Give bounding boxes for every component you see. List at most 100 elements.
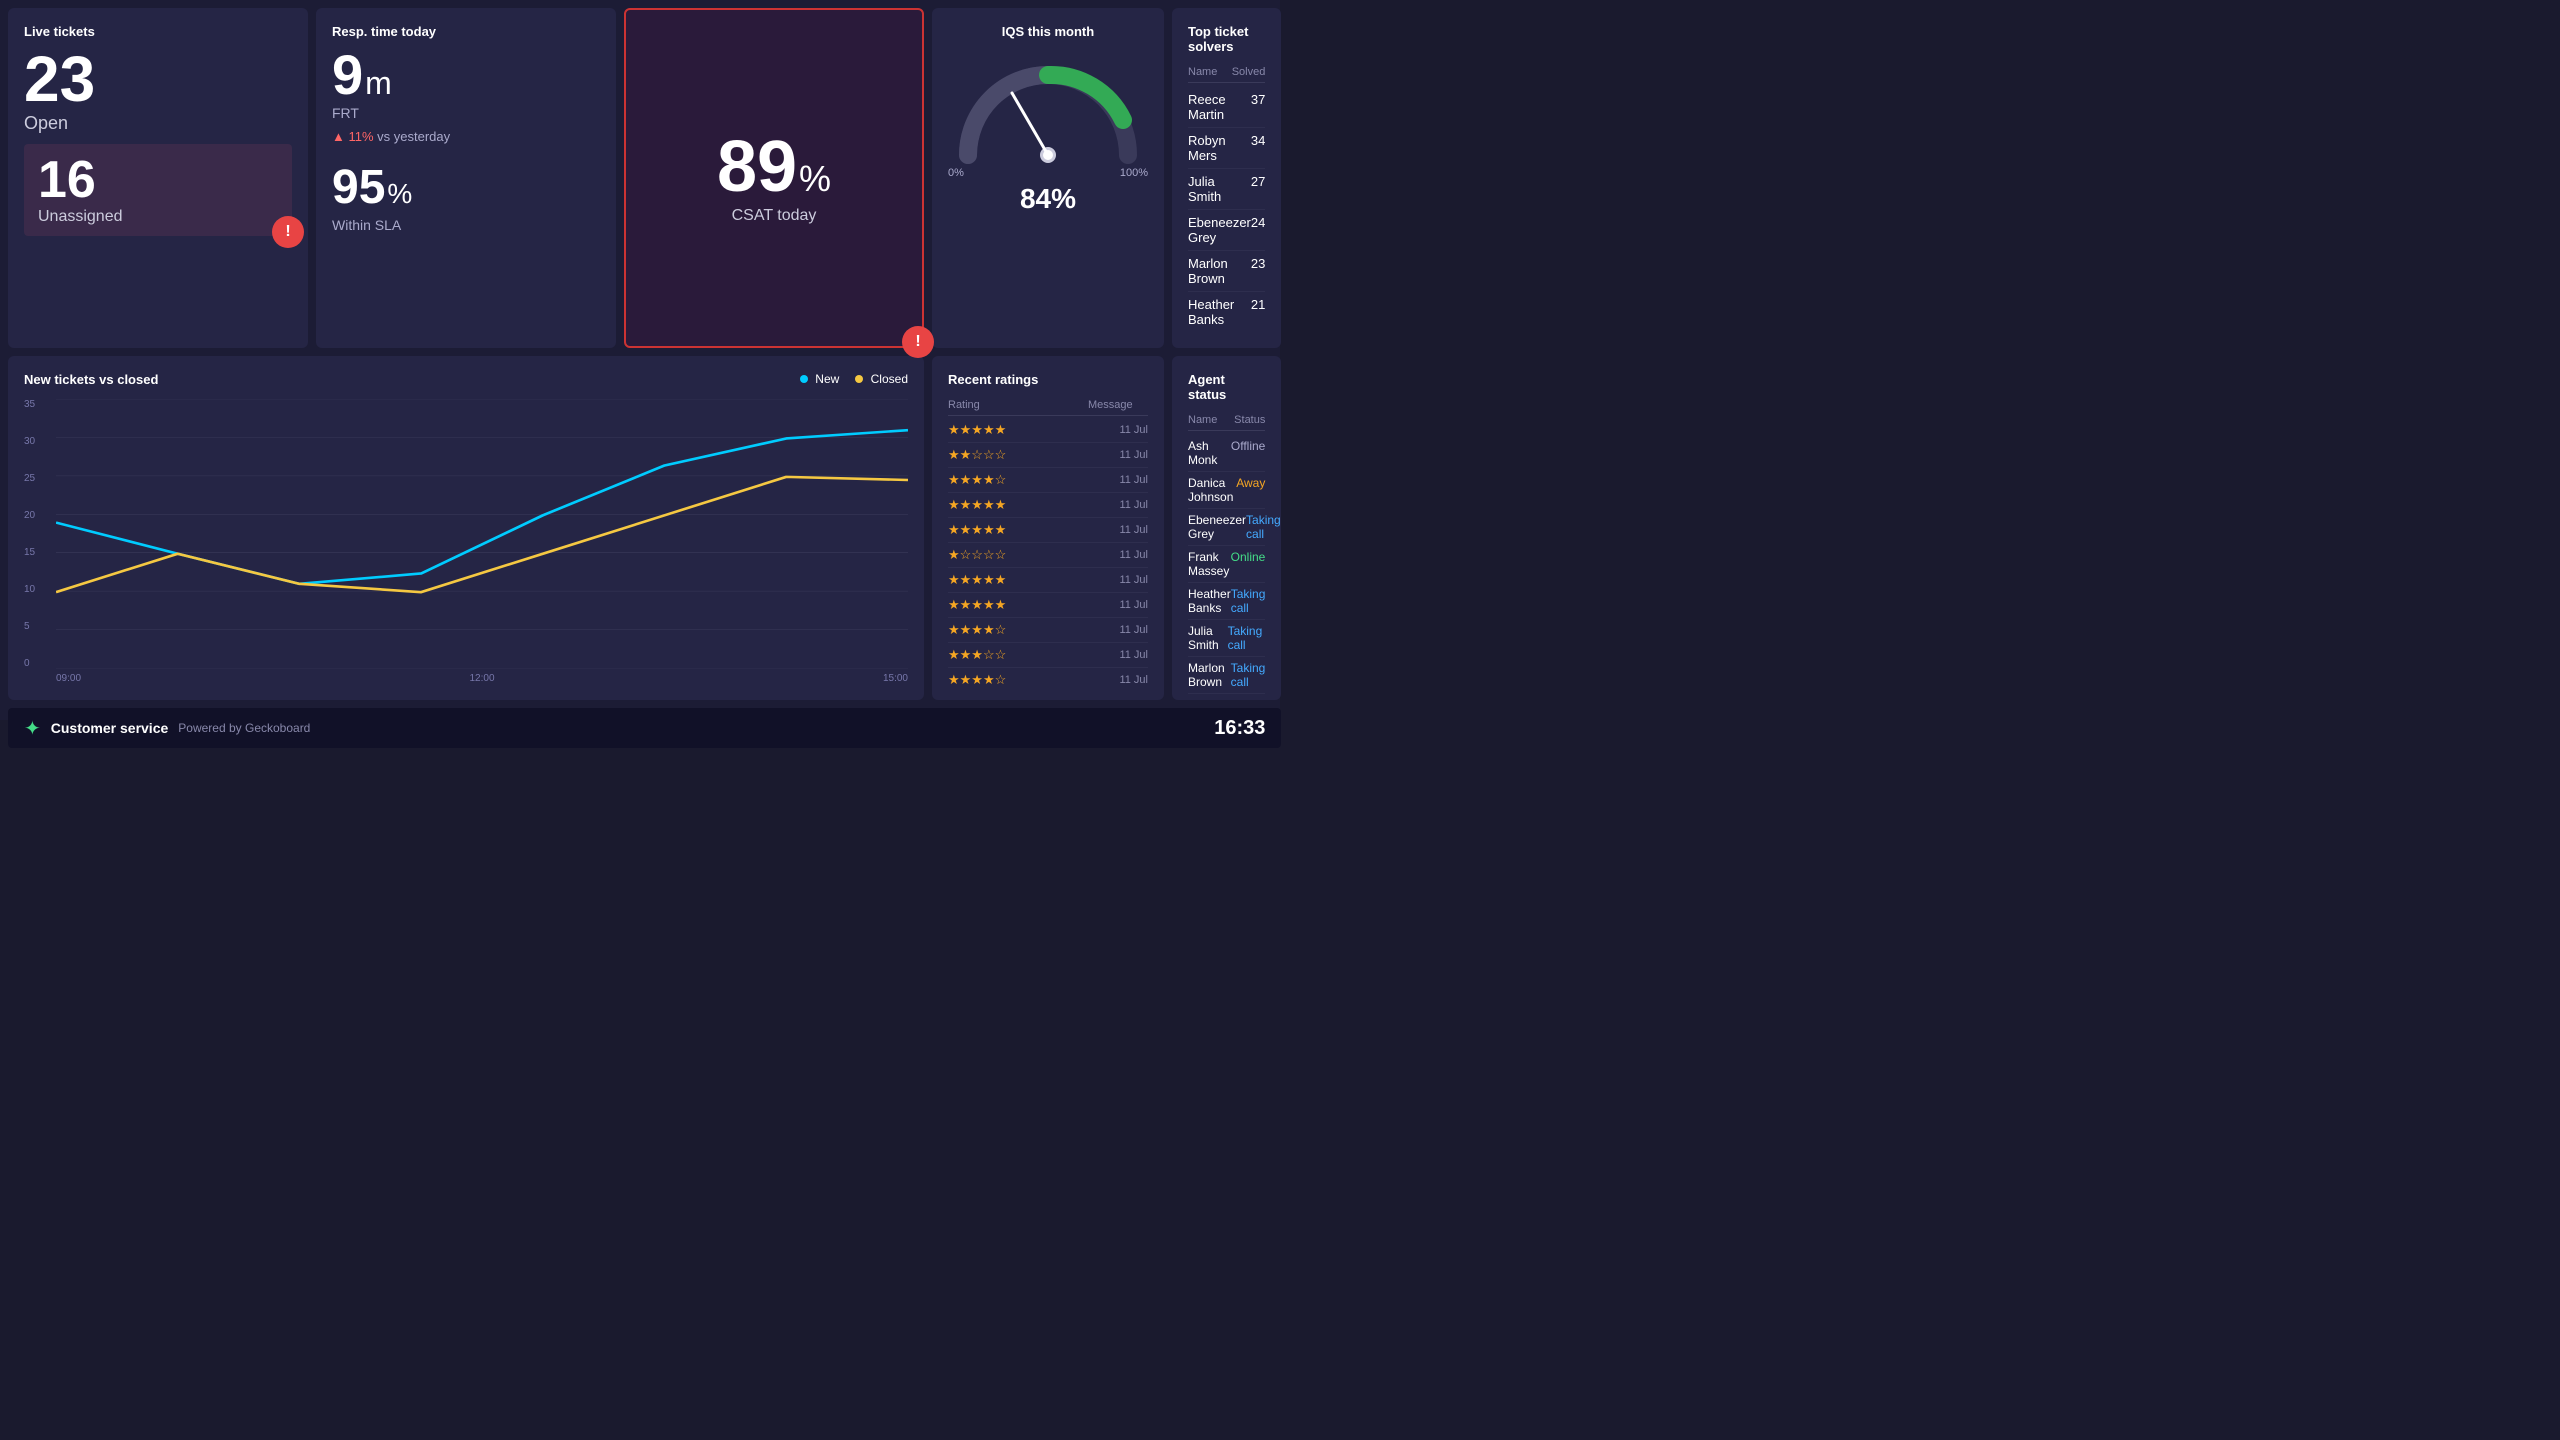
ratings-row: ★★★★★ Excellent! 11 Jul [948,593,1148,618]
rating-stars: ★★☆☆☆ [948,447,1088,463]
legend-new: New [800,372,839,386]
solver-solved: 27 [1251,174,1265,204]
iqs-value: 84% [1020,183,1076,215]
x-axis: 09:00 12:00 15:00 [24,673,908,684]
gauge-svg [948,55,1148,165]
col-name: Name [1188,66,1217,78]
y-label: 10 [24,584,52,595]
rating-stars: ★★★☆☆ [948,647,1088,663]
agent-status-value: Taking call [1231,587,1266,615]
csat-value: 89 [717,131,797,203]
rating-date: 11 Jul [1088,574,1148,586]
rating-stars: ★☆☆☆☆ [948,547,1088,563]
change-arrow: ▲ [332,129,348,144]
rating-stars: ★★★★☆ [948,472,1088,488]
resp-time-title: Resp. time today [332,24,600,39]
rating-stars: ★★★★★ [948,597,1088,613]
change-percent: 11% [348,129,373,144]
rating-date: 11 Jul [1088,524,1148,536]
agent-row: Danica Johnson Away [1188,472,1265,509]
powered-by: Powered by Geckoboard [178,721,310,735]
agent-status-value: Away [1236,476,1265,504]
y-label: 25 [24,473,52,484]
x-label: 12:00 [469,673,494,684]
agent-name: Danica Johnson [1188,476,1236,504]
agent-row: Julia Smith Taking call [1188,620,1265,657]
top-solvers-title: Top ticket solvers [1188,24,1265,54]
ratings-row: ★★★☆☆ Could have been quicker to re... 1… [948,643,1148,668]
agent-col-status: Status [1234,414,1265,426]
agent-row: Frank Massey Online [1188,546,1265,583]
legend-closed: Closed [855,372,908,386]
agent-row: Olivia Houghton Taking call [1188,694,1265,700]
chart-body: 05101520253035 [24,399,908,669]
gauge-labels: 0% 100% [948,167,1148,179]
rating-date: 11 Jul [1088,549,1148,561]
agent-table-header: Name Status [1188,410,1265,431]
agent-status-value: Taking call [1231,661,1266,689]
ratings-table-header: Rating Message Date [948,395,1148,416]
x-label: 09:00 [56,673,81,684]
unassigned-box: 16 Unassigned ! [24,144,292,236]
solver-name: Reece Martin [1188,92,1251,122]
footer-left: ✦ Customer service Powered by Geckoboard [24,716,310,741]
table-row: Marlon Brown23 [1188,251,1265,292]
y-label: 20 [24,510,52,521]
resp-time-card: Resp. time today 9 m FRT ▲ 11% vs yester… [316,8,616,348]
footer-time: 16:33 [1214,717,1265,740]
change-vs: vs yesterday [377,129,450,144]
legend-closed-dot [855,375,863,383]
col-date: Date [1133,399,1164,411]
sla-value: 95 [332,160,385,215]
unassigned-label: Unassigned [38,208,278,226]
agent-name: Ebeneezer Grey [1188,513,1246,541]
table-row: Heather Banks21 [1188,292,1265,332]
solver-name: Julia Smith [1188,174,1251,204]
open-count: 23 [24,47,292,111]
rating-date: 11 Jul [1088,449,1148,461]
rating-date: 11 Jul [1088,624,1148,636]
iqs-title: IQS this month [1002,24,1094,39]
y-label: 0 [24,658,52,669]
frt-label: FRT [332,105,600,121]
rating-stars: ★★★★★ [948,497,1088,513]
top-solvers-rows: Reece Martin37Robyn Mers34Julia Smith27E… [1188,87,1265,332]
recent-ratings-title: Recent ratings [948,372,1148,387]
solver-name: Marlon Brown [1188,256,1251,286]
chart-title-row: New tickets vs closed New Closed [24,372,908,395]
gauge-max: 100% [1120,167,1148,179]
agent-row: Marlon Brown Taking call [1188,657,1265,694]
iqs-card: IQS this month 0% 100% 84% [932,8,1164,348]
app-name: Customer service [51,720,169,736]
agent-status-card: Agent status Name Status Ash Monk Offlin… [1172,356,1281,700]
agent-name: Frank Massey [1188,550,1231,578]
agent-name: Heather Banks [1188,587,1231,615]
rating-stars: ★★★★★ [948,522,1088,538]
sla-label: Within SLA [332,217,600,233]
csat-unit: % [799,158,831,200]
rating-date: 11 Jul [1088,649,1148,661]
rating-date: 11 Jul [1088,499,1148,511]
y-label: 15 [24,547,52,558]
ratings-row: ★★★★☆ 11 Jul [948,668,1148,692]
footer: ✦ Customer service Powered by Geckoboard… [8,708,1281,748]
x-label: 15:00 [883,673,908,684]
ratings-row: ★★★★★ 11 Jul [948,518,1148,543]
chart-svg [56,399,908,669]
unassigned-count: 16 [38,154,278,206]
solver-solved: 21 [1251,297,1265,327]
agent-name: Ash Monk [1188,439,1231,467]
solver-name: Robyn Mers [1188,133,1251,163]
live-tickets-title: Live tickets [24,24,292,39]
agent-name: Julia Smith [1188,624,1228,652]
agent-row: Heather Banks Taking call [1188,583,1265,620]
tickets-chart-card: New tickets vs closed New Closed 0 5 10 15 2… [8,356,924,700]
solver-solved: 23 [1251,256,1265,286]
ratings-row: ★★★★★ 11 Jul [948,493,1148,518]
y-label: 5 [24,621,52,632]
agent-row: Ash Monk Offline [1188,435,1265,472]
geckoboard-icon: ✦ [24,716,41,741]
rating-date: 11 Jul [1088,474,1148,486]
rating-stars: ★★★★☆ [948,672,1088,688]
table-row: Ebeneezer Grey24 [1188,210,1265,251]
